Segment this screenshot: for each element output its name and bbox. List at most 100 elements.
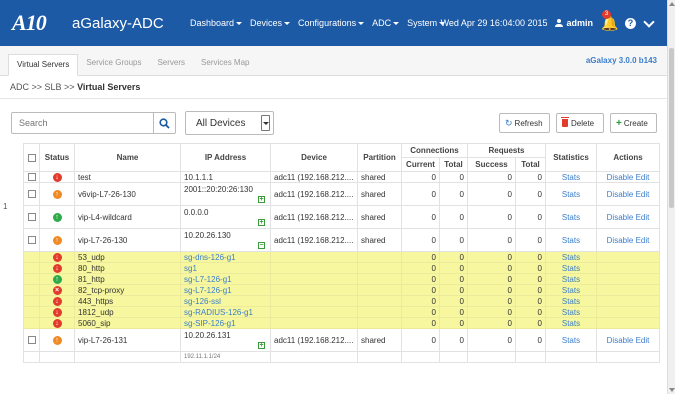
user-menu[interactable]: admin: [555, 18, 593, 28]
stats-link[interactable]: Stats: [545, 273, 597, 285]
service-group-link[interactable]: sg-L7-126-g1: [180, 273, 271, 285]
port-name: 443_https: [74, 295, 181, 307]
edit-link[interactable]: Edit: [636, 236, 650, 245]
header-req-success[interactable]: Success: [467, 157, 516, 172]
row-checkbox[interactable]: [27, 213, 36, 222]
row-checkbox[interactable]: [27, 236, 36, 245]
header-name[interactable]: Name: [74, 143, 181, 172]
req-success: 0: [467, 295, 516, 307]
stats-link[interactable]: Stats: [545, 328, 597, 352]
search-button[interactable]: [153, 113, 175, 133]
table-row[interactable]: ↑ vip-L7-26-130 10.20.26.130 − adc11 (192…: [23, 228, 660, 252]
stats-link[interactable]: Stats: [545, 251, 597, 263]
service-group-link[interactable]: sg-126-ssl: [180, 295, 271, 307]
create-button[interactable]: + Create: [610, 113, 657, 133]
port-row[interactable]: ↓ 443_https sg-126-ssl 0 0 0 0 Stats: [23, 295, 660, 307]
refresh-button[interactable]: ↻ Refresh: [499, 113, 550, 133]
tab-virtual-servers[interactable]: Virtual Servers: [8, 54, 79, 76]
stats-link[interactable]: Stats: [545, 295, 597, 307]
service-group-link[interactable]: sg-L7-126-g1: [180, 284, 271, 296]
port-row[interactable]: ↓ 5060_sip sg-SIP-126-g1 0 0 0 0 Stats: [23, 317, 660, 329]
disable-link[interactable]: Disable: [607, 336, 634, 345]
stats-link[interactable]: Stats: [545, 182, 597, 206]
stats-link[interactable]: Stats: [545, 306, 597, 318]
stats-link[interactable]: Stats: [545, 317, 597, 329]
empty-cell: [74, 351, 181, 363]
header-statistics: Statistics: [545, 143, 597, 172]
empty-cell: [357, 262, 402, 274]
notifications-bell[interactable]: 🔔 3: [601, 10, 618, 30]
table-row-partial[interactable]: 192.11.1.1/24: [23, 351, 660, 363]
expand-plus-icon[interactable]: +: [258, 196, 265, 203]
help-icon[interactable]: ?: [625, 17, 636, 29]
port-row[interactable]: ↓ 53_udp sg-dns-126-g1 0 0 0 0 Stats: [23, 251, 660, 263]
scroll-thumb[interactable]: [669, 48, 674, 208]
edit-link[interactable]: Edit: [636, 336, 650, 345]
page-scrollbar[interactable]: [667, 0, 675, 394]
stats-link[interactable]: Stats: [545, 284, 597, 296]
row-checkbox-cell: [23, 182, 40, 206]
tab-servers[interactable]: Servers: [149, 53, 193, 75]
table-row[interactable]: ↑ vip-L4-wildcard 0.0.0.0 + adc11 (192.16…: [23, 205, 660, 229]
delete-button[interactable]: Delete: [556, 113, 604, 133]
empty-cell: [23, 306, 40, 318]
search-input[interactable]: [12, 113, 153, 133]
nav-devices[interactable]: Devices: [250, 18, 291, 28]
empty-cell: [23, 317, 40, 329]
nav-configurations[interactable]: Configurations: [298, 18, 365, 28]
vs-name: vip-L7-26-130: [74, 228, 181, 252]
stats-link[interactable]: Stats: [545, 171, 597, 183]
expand-plus-icon[interactable]: +: [258, 219, 265, 226]
stats-link[interactable]: Stats: [545, 228, 597, 252]
vs-ip-cell: 10.20.26.130 −: [180, 228, 271, 252]
row-checkbox[interactable]: [27, 336, 36, 345]
disable-link[interactable]: Disable: [607, 236, 634, 245]
scroll-up-arrow-icon[interactable]: [669, 2, 675, 6]
conn-total: 0: [439, 328, 468, 352]
collapse-minus-icon[interactable]: −: [258, 242, 265, 249]
table-row[interactable]: ↓ test 10.1.1.1 adc11 (192.168.212.... s…: [23, 171, 660, 183]
status-cell: ×: [39, 284, 75, 296]
version-label: aGalaxy 3.0.0 b143: [585, 56, 657, 65]
service-group-link[interactable]: sg-SIP-126-g1: [180, 317, 271, 329]
a10-logo[interactable]: A10: [12, 10, 72, 36]
header-device[interactable]: Device: [270, 143, 358, 172]
nav-dashboard[interactable]: Dashboard: [190, 18, 243, 28]
scroll-down-arrow-icon[interactable]: [669, 388, 675, 392]
breadcrumb-current: Virtual Servers: [77, 82, 141, 92]
stats-link[interactable]: Stats: [545, 262, 597, 274]
edit-link[interactable]: Edit: [636, 190, 650, 199]
disable-link[interactable]: Disable: [607, 190, 634, 199]
service-group-link[interactable]: sg1: [180, 262, 271, 274]
header-conn-current[interactable]: Current: [401, 157, 440, 172]
header-req-total[interactable]: Total: [515, 157, 546, 172]
disable-link[interactable]: Disable: [607, 173, 634, 182]
row-checkbox[interactable]: [27, 190, 36, 199]
port-row[interactable]: ↓ 1812_udp sg-RADIUS-126-g1 0 0 0 0 Stat…: [23, 306, 660, 318]
disable-link[interactable]: Disable: [607, 213, 634, 222]
chevron-down-icon[interactable]: [643, 15, 655, 28]
port-row[interactable]: ↓ 80_http sg1 0 0 0 0 Stats: [23, 262, 660, 274]
header-partition[interactable]: Partition: [357, 143, 402, 172]
header-ip-address[interactable]: IP Address: [180, 143, 271, 172]
port-row[interactable]: × 82_tcp-proxy sg-L7-126-g1 0 0 0 0 Stat…: [23, 284, 660, 296]
row-checkbox[interactable]: [27, 173, 36, 182]
nav-system[interactable]: System: [407, 18, 446, 28]
device-filter-select[interactable]: All Devices: [185, 111, 274, 135]
expand-plus-icon[interactable]: +: [258, 342, 265, 349]
header-status[interactable]: Status: [39, 143, 75, 172]
table-row[interactable]: ↑ v6vip-L7-26-130 2001::20:20:26:130 + ad…: [23, 182, 660, 206]
port-row[interactable]: ↑ 81_http sg-L7-126-g1 0 0 0 0 Stats: [23, 273, 660, 285]
service-group-link[interactable]: sg-dns-126-g1: [180, 251, 271, 263]
stats-link[interactable]: Stats: [545, 205, 597, 229]
header-conn-total[interactable]: Total: [439, 157, 468, 172]
table-row[interactable]: ↑ vip-L7-26-131 10.20.26.131 + adc11 (192…: [23, 328, 660, 352]
select-all-checkbox[interactable]: [27, 153, 36, 162]
tab-services-map[interactable]: Services Map: [193, 53, 257, 75]
tab-service-groups[interactable]: Service Groups: [78, 53, 149, 75]
status-cell: ↑: [39, 205, 75, 229]
nav-adc[interactable]: ADC: [372, 18, 400, 28]
edit-link[interactable]: Edit: [636, 213, 650, 222]
service-group-link[interactable]: sg-RADIUS-126-g1: [180, 306, 271, 318]
edit-link[interactable]: Edit: [636, 173, 650, 182]
